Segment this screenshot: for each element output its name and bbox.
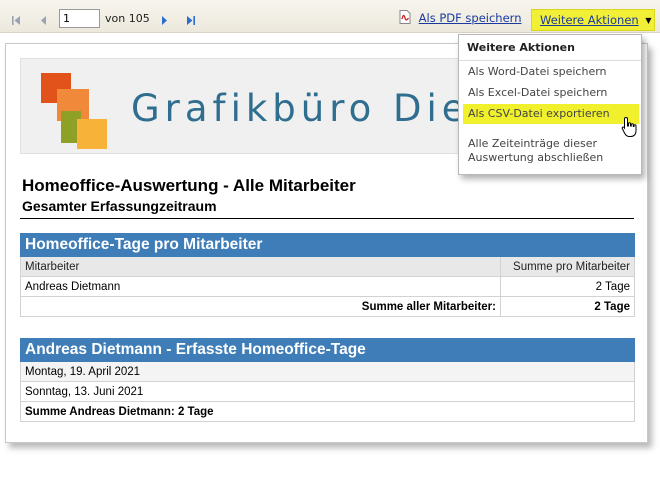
table-heading: Andreas Dietmann - Erfasste Homeoffice-T…: [20, 338, 635, 362]
table-row: Andreas Dietmann 2 Tage: [20, 276, 635, 297]
more-actions-label: Weitere Aktionen: [540, 13, 639, 27]
table-row: Sonntag, 13. Juni 2021: [20, 381, 635, 402]
date-cell: Montag, 19. April 2021: [20, 361, 635, 382]
menu-title: Weitere Aktionen: [467, 41, 575, 54]
more-actions-menu: Weitere Aktionen Als Word-Datei speicher…: [458, 34, 642, 175]
employee-total: Summe Andreas Dietmann: 2 Tage: [20, 401, 635, 422]
first-page-icon[interactable]: [11, 11, 22, 30]
company-logo-text: Grafikbüro Die: [131, 87, 470, 130]
report-toolbar: von 105 Als PDF speichern Weitere Aktion…: [0, 0, 660, 33]
last-page-icon[interactable]: [185, 11, 196, 30]
caret-down-icon: ▼: [645, 16, 652, 25]
table-heading: Homeoffice-Tage pro Mitarbeiter: [20, 233, 635, 257]
save-pdf-label: Als PDF speichern: [418, 11, 522, 25]
menu-item-save-word[interactable]: Als Word-Datei speichern: [459, 65, 641, 78]
menu-divider: [459, 60, 641, 61]
logo-square: [77, 119, 107, 149]
employee-name-cell: Andreas Dietmann: [20, 276, 501, 297]
hand-cursor-icon: [621, 116, 639, 142]
total-row: Summe Andreas Dietmann: 2 Tage: [20, 401, 635, 422]
total-label: Summe aller Mitarbeiter:: [20, 296, 501, 317]
page-count-label: von 105: [105, 12, 150, 25]
menu-item-label-line: Auswertung abschließen: [468, 151, 604, 164]
column-header-employee: Mitarbeiter: [20, 256, 501, 277]
more-actions-button[interactable]: Weitere Aktionen ▼: [531, 9, 655, 31]
save-pdf-link[interactable]: Als PDF speichern: [399, 10, 522, 27]
homeoffice-days-table: Homeoffice-Tage pro Mitarbeiter Mitarbei…: [20, 233, 635, 317]
table-row: Montag, 19. April 2021: [20, 361, 635, 382]
total-row: Summe aller Mitarbeiter: 2 Tage: [20, 296, 635, 317]
date-cell: Sonntag, 13. Juni 2021: [20, 381, 635, 402]
column-header-sum: Summe pro Mitarbeiter: [500, 256, 635, 277]
menu-item-save-excel[interactable]: Als Excel-Datei speichern: [459, 86, 641, 99]
next-page-icon[interactable]: [160, 11, 169, 30]
menu-item-label-line: Alle Zeiteinträge dieser: [468, 137, 598, 150]
page-number-input[interactable]: [59, 9, 100, 28]
menu-item-export-csv[interactable]: Als CSV-Datei exportieren: [463, 104, 639, 124]
menu-item-close-entries[interactable]: Alle Zeiteinträge dieser Auswertung absc…: [459, 137, 641, 165]
title-divider: [20, 218, 634, 219]
employee-sum-cell: 2 Tage: [500, 276, 635, 297]
report-title: Homeoffice-Auswertung - Alle Mitarbeiter: [22, 176, 356, 195]
report-subtitle: Gesamter Erfassungzeitraum: [22, 198, 217, 214]
total-value: 2 Tage: [500, 296, 635, 317]
previous-page-icon[interactable]: [39, 11, 48, 30]
pdf-icon: [399, 10, 415, 27]
employee-days-table: Andreas Dietmann - Erfasste Homeoffice-T…: [20, 338, 635, 422]
